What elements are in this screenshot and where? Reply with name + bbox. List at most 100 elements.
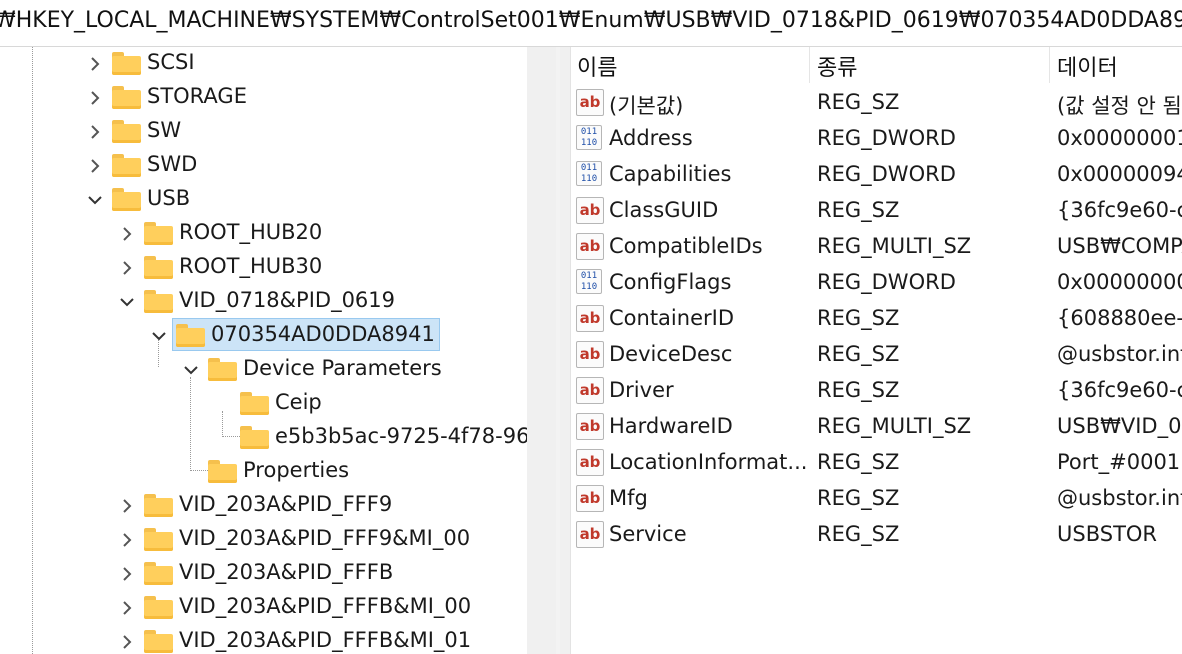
chevron-right-icon[interactable]	[119, 226, 135, 242]
value-name: LocationInformat...	[609, 450, 808, 474]
chevron-right-icon[interactable]	[119, 498, 135, 514]
value-name: DeviceDesc	[609, 342, 733, 366]
tree-node-label: SWD	[147, 152, 198, 176]
value-type: REG_DWORD	[817, 270, 956, 294]
value-type: REG_DWORD	[817, 162, 956, 186]
string-value-icon: ab	[576, 233, 604, 260]
value-name: Mfg	[609, 486, 648, 510]
list-row[interactable]: ab CompatibleIDs REG_MULTI_SZ USB₩COMPAT	[571, 229, 1182, 265]
value-data: 0x00000094 (148)	[1057, 162, 1182, 186]
chevron-right-icon[interactable]	[87, 90, 103, 106]
list-row[interactable]: ab (기본값) REG_SZ (값 설정 안 됨)	[571, 85, 1182, 121]
chevron-right-icon[interactable]	[119, 600, 135, 616]
folder-icon	[112, 154, 141, 177]
list-row[interactable]: ab Mfg REG_SZ @usbstor.inf	[571, 481, 1182, 517]
list-row[interactable]: 011 110 ConfigFlags REG_DWORD 0x00000000 …	[571, 265, 1182, 301]
list-row[interactable]: ab HardwareID REG_MULTI_SZ USB₩VID_0718	[571, 409, 1182, 445]
chevron-down-icon[interactable]	[183, 362, 199, 378]
address-path: ₩HKEY_LOCAL_MACHINE₩SYSTEM₩ControlSet001…	[0, 8, 1182, 33]
value-data: {608880ee-	[1057, 306, 1182, 330]
folder-icon	[144, 562, 173, 585]
tree-node-label: Properties	[243, 458, 350, 482]
value-type: REG_MULTI_SZ	[817, 234, 972, 258]
chevron-right-icon[interactable]	[119, 532, 135, 548]
string-value-icon: ab	[576, 413, 604, 440]
value-name: ClassGUID	[609, 198, 719, 222]
string-value-icon: ab	[576, 377, 604, 404]
folder-icon	[112, 188, 141, 211]
chevron-down-icon[interactable]	[151, 328, 167, 344]
chevron-right-icon[interactable]	[119, 634, 135, 650]
tree-vertical-scrollbar[interactable]	[527, 47, 556, 654]
value-data: USB₩VID_0718	[1057, 414, 1182, 438]
list-row[interactable]: ab LocationInformat... REG_SZ Port_#0001…	[571, 445, 1182, 481]
folder-icon	[144, 222, 173, 245]
string-value-icon: ab	[576, 341, 604, 368]
list-row[interactable]: ab ClassGUID REG_SZ {36fc9e60-c465-11cf-…	[571, 193, 1182, 229]
list-row[interactable]: 011110 Address REG_DWORD 0x00000001 (1)	[571, 121, 1182, 157]
tree-node-label: Ceip	[275, 390, 322, 414]
tree-node-label: e5b3b5ac-9725-4f78-963f-03dfb1d828c7	[275, 424, 556, 448]
tree-node-label: VID_203A&PID_FFFB&MI_01	[179, 628, 472, 652]
value-type: REG_DWORD	[817, 126, 956, 150]
chevron-right-icon[interactable]	[87, 124, 103, 140]
value-data: 0x00000000 (0)	[1057, 270, 1182, 294]
tree-node-label: VID_203A&PID_FFF9&MI_00	[179, 526, 471, 550]
binary-value-icon: 011 110	[576, 161, 604, 188]
value-type: REG_SZ	[817, 450, 900, 474]
value-data: {36fc9e60-c465	[1057, 378, 1182, 402]
chevron-right-icon[interactable]	[87, 158, 103, 174]
tree-node-label: VID_203A&PID_FFFB&MI_00	[179, 594, 472, 618]
tree-node-label: ROOT_HUB30	[179, 254, 323, 278]
chevron-right-icon[interactable]	[87, 56, 103, 72]
list-row[interactable]: 011 110 Capabilities REG_DWORD 0x00000094…	[571, 157, 1182, 193]
tree-node-label: USB	[147, 186, 191, 210]
value-name: Service	[609, 522, 687, 546]
folder-icon	[208, 358, 237, 381]
value-type: REG_SZ	[817, 90, 900, 114]
value-data: (값 설정 안 됨)	[1057, 94, 1182, 118]
column-header-data[interactable]: 데이터	[1057, 50, 1118, 82]
list-row[interactable]: ab Driver REG_SZ {36fc9e60-c465	[571, 373, 1182, 409]
chevron-down-icon[interactable]	[87, 192, 103, 208]
tree-node-label: SW	[147, 118, 182, 142]
tree-node-label: VID_203A&PID_FFF9	[179, 492, 393, 516]
folder-icon	[176, 324, 205, 347]
string-value-icon: ab	[576, 521, 604, 548]
column-header-name[interactable]: 이름	[577, 50, 617, 82]
string-value-icon: ab	[576, 305, 604, 332]
folder-icon	[112, 52, 141, 75]
folder-icon	[144, 596, 173, 619]
value-data: 0x00000001 (1)	[1057, 126, 1182, 150]
address-bar[interactable]: ₩HKEY_LOCAL_MACHINE₩SYSTEM₩ControlSet001…	[0, 0, 1182, 47]
list-row[interactable]: ab ContainerID REG_SZ {608880ee-	[571, 301, 1182, 337]
chevron-right-icon[interactable]	[119, 260, 135, 276]
value-name: Capabilities	[609, 162, 732, 186]
string-value-icon: ab	[576, 485, 604, 512]
tree-node-label: SCSI	[147, 50, 195, 74]
value-name: (기본값)	[609, 94, 684, 118]
folder-icon	[112, 86, 141, 109]
tree-node-label: VID_203A&PID_FFFB	[179, 560, 394, 584]
value-data: Port_#0001.	[1057, 450, 1182, 474]
list-row[interactable]: ab Service REG_SZ USBSTOR	[571, 517, 1182, 553]
binary-value-icon: 011 110	[576, 125, 604, 152]
value-name: Address	[609, 126, 693, 150]
chevron-down-icon[interactable]	[119, 294, 135, 310]
value-name: Driver	[609, 378, 674, 402]
folder-icon	[240, 392, 269, 415]
list-header: 이름 종류 데이터	[571, 47, 1182, 83]
value-name: HardwareID	[609, 414, 733, 438]
value-list[interactable]: 이름 종류 데이터 ab (기본값) REG_SZ (값 설정 안 됨) 011…	[571, 47, 1182, 654]
registry-tree[interactable]: SCSI STORAGE SW SWD USB ROOT_HUB20 ROOT_…	[0, 47, 556, 654]
folder-icon	[144, 630, 173, 653]
value-type: REG_MULTI_SZ	[817, 414, 972, 438]
chevron-right-icon[interactable]	[119, 566, 135, 582]
column-header-type[interactable]: 종류	[817, 50, 857, 82]
list-row[interactable]: ab DeviceDesc REG_SZ @usbstor.inf	[571, 337, 1182, 373]
value-name: CompatibleIDs	[609, 234, 763, 258]
folder-icon	[144, 528, 173, 551]
tree-node-label: STORAGE	[147, 84, 247, 108]
value-data: USBSTOR	[1057, 522, 1158, 546]
value-data: USB₩COMPAT	[1057, 234, 1182, 258]
